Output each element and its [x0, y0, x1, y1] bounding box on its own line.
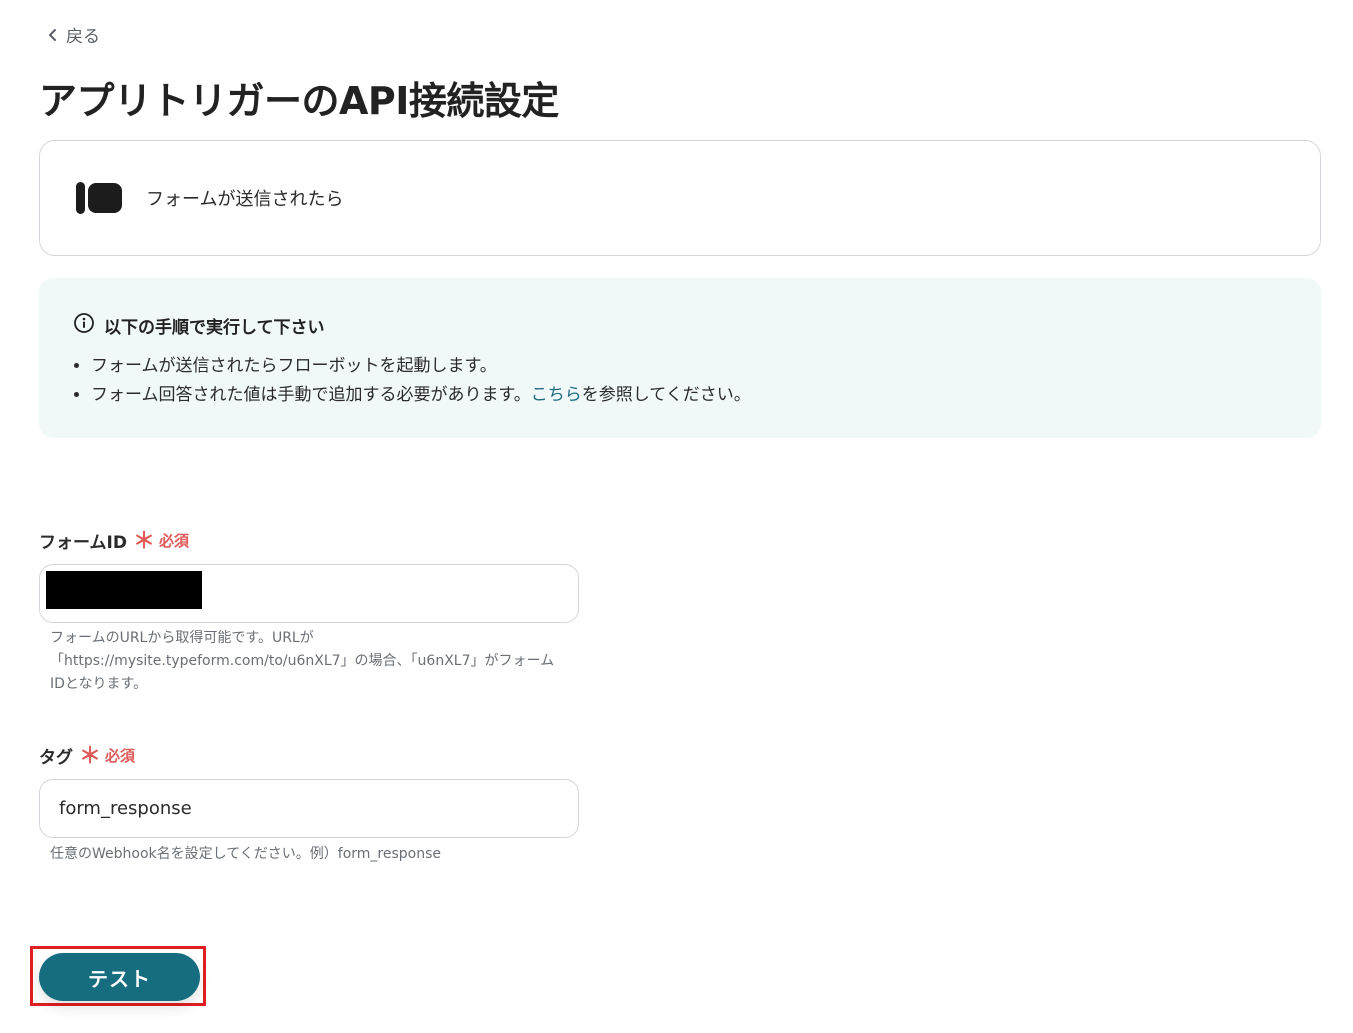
chevron-left-icon [46, 28, 60, 42]
required-asterisk: ＊ [132, 529, 155, 554]
api-connection-settings-page: 戻る アプリトリガーのAPI接続設定 フォームが送信されたら 以下の手順で実行し… [0, 0, 1353, 1033]
redacted-value [46, 571, 202, 609]
tag-value: form_response [59, 798, 192, 819]
trigger-card: フォームが送信されたら [39, 140, 1321, 256]
instruction-text: フォームが送信されたらフローボットを起動します。 [91, 356, 497, 376]
instruction-text: フォーム回答された値は手動で追加する必要があります。 [91, 385, 531, 405]
instructions-header: 以下の手順で実行して下さい [73, 312, 1321, 339]
form-id-help-line: フォームのURLから取得可能です。URLが [50, 630, 314, 646]
trigger-label: フォームが送信されたら [146, 189, 344, 210]
required-badge: ＊ 必須 [79, 742, 135, 768]
form-id-help: フォームのURLから取得可能です。URLが 「https://mysite.ty… [50, 627, 554, 696]
required-label: 必須 [158, 531, 189, 550]
reference-link[interactable]: こちら [531, 385, 582, 405]
instructions-title: 以下の手順で実行して下さい [104, 318, 325, 338]
instructions-list: フォームが送信されたらフローボットを起動します。 フォーム回答された値は手動で追… [91, 352, 1321, 410]
required-label: 必須 [105, 746, 136, 765]
tag-label: タグ [39, 747, 73, 768]
tag-input[interactable]: form_response [39, 779, 579, 838]
required-asterisk: ＊ [79, 744, 102, 769]
tag-label-row: タグ ＊ 必須 [39, 742, 135, 768]
test-button[interactable]: テスト [39, 953, 200, 1001]
back-link[interactable]: 戻る [46, 22, 100, 47]
form-id-help-line: IDとなります。 [50, 676, 148, 692]
form-id-label-row: フォームID ＊ 必須 [39, 527, 189, 553]
instructions-box: 以下の手順で実行して下さい フォームが送信されたらフローボットを起動します。 フ… [39, 278, 1321, 438]
form-id-label: フォームID [39, 532, 127, 553]
form-id-input[interactable] [39, 564, 579, 623]
form-id-help-line: 「https://mysite.typeform.com/to/u6nXL7」の… [50, 653, 555, 669]
required-badge: ＊ 必須 [133, 527, 189, 553]
typeform-logo-icon [76, 182, 122, 214]
page-title: アプリトリガーのAPI接続設定 [39, 79, 559, 123]
info-icon [73, 312, 95, 339]
instruction-text-suffix: を参照してください。 [581, 385, 751, 405]
back-label: 戻る [66, 27, 100, 47]
instruction-item: フォームが送信されたらフローボットを起動します。 [91, 352, 1321, 381]
tag-help: 任意のWebhook名を設定してください。例）form_response [50, 846, 442, 862]
instruction-item: フォーム回答された値は手動で追加する必要があります。こちらを参照してください。 [91, 381, 1321, 410]
